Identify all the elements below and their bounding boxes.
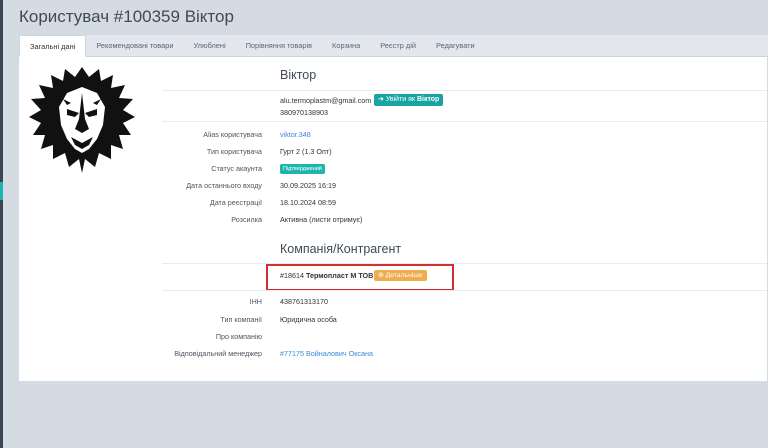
divider (162, 290, 767, 291)
user-type-label: Тип користувача (206, 147, 262, 156)
manager-label: Відповідальний менеджер (174, 349, 262, 358)
sign-in-icon: ➜ (378, 96, 384, 103)
page-title: Користувач #100359 Віктор (19, 7, 234, 26)
tab-bar: Загальні дані Рекомендовані товари Улюбл… (19, 35, 768, 57)
newsletter-value: Активна (листи отримує) (280, 215, 363, 224)
company-type-value: Юридична особа (280, 315, 337, 324)
last-login-value: 30.09.2025 16:19 (280, 181, 336, 190)
alias-link[interactable]: viktor.348 (280, 130, 311, 139)
divider (162, 90, 767, 91)
tab-cart[interactable]: Корзина (322, 35, 370, 56)
company-type-label: Тип компанії (220, 315, 262, 324)
company-info: #18614 Термопласт М ТОВ (280, 271, 373, 280)
sidebar-active-marker (0, 182, 3, 200)
lion-avatar (29, 67, 135, 173)
tab-edit[interactable]: Редагувати (426, 35, 485, 56)
last-login-label: Дата останнього входу (186, 181, 262, 190)
login-as-prefix: Увійти як (385, 96, 415, 103)
divider (162, 263, 767, 264)
left-sidebar-strip (0, 0, 3, 448)
inn-label: ІНН (249, 297, 262, 306)
login-as-user-button[interactable]: ➜ Увійти як Віктор (374, 94, 444, 106)
user-type-value: Гурт 2 (1.3 Опт) (280, 147, 332, 156)
divider (162, 121, 767, 122)
user-email: alu.termoplastm@gmail.com (280, 96, 372, 105)
user-card: Віктор alu.termoplastm@gmail.com ➜ Увійт… (19, 57, 767, 381)
about-company-label: Про компанію (215, 332, 262, 341)
login-as-name: Віктор (416, 96, 440, 103)
alias-label: Alias користувача (203, 130, 262, 139)
account-status-label: Статус акаунта (211, 164, 262, 173)
user-name-heading: Віктор (280, 68, 317, 82)
status-badge: Підтверджений (280, 164, 325, 174)
manager-link[interactable]: #77175 Войналович Оксана (280, 349, 373, 358)
registration-date-value: 18.10.2024 08:59 (280, 198, 336, 207)
plus-circle-icon: ⊕ (378, 272, 384, 279)
details-label: Детальніше (385, 272, 423, 279)
user-phone: 380970138903 (280, 108, 328, 117)
tab-general[interactable]: Загальні дані (19, 35, 87, 57)
tab-recommended[interactable]: Рекомендовані товари (86, 35, 183, 56)
inn-value: 438761313170 (280, 297, 328, 306)
tab-compare[interactable]: Порівняння товарів (236, 35, 322, 56)
registration-date-label: Дата реєстрації (209, 198, 262, 207)
tab-activity-log[interactable]: Реєстр дій (370, 35, 426, 56)
company-name: Термопласт М ТОВ (305, 271, 374, 280)
company-heading: Компанія/Контрагент (280, 242, 402, 256)
newsletter-label: Розсилка (231, 215, 262, 224)
tab-favorites[interactable]: Улюблені (183, 35, 235, 56)
company-id: #18614 (280, 271, 304, 280)
company-details-button[interactable]: ⊕ Детальніше (374, 270, 427, 281)
